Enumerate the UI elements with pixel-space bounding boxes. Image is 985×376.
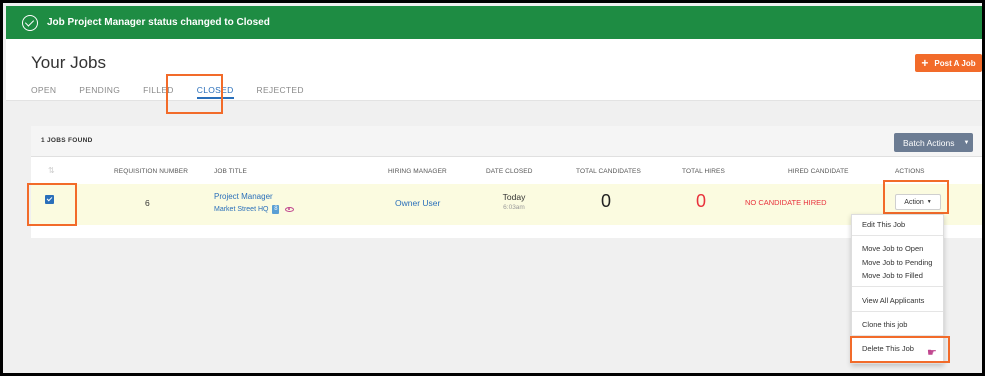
requisition-number: 6 xyxy=(145,198,150,208)
menu-item-move-filled[interactable]: Move Job to Filled xyxy=(862,271,923,280)
job-location: Market Street HQ 8 xyxy=(214,205,295,214)
jobs-found-count: 1 JOBS FOUND xyxy=(41,137,93,144)
date-closed-day: Today xyxy=(502,192,526,202)
menu-divider xyxy=(852,286,943,287)
total-hires: 0 xyxy=(696,191,707,211)
menu-item-move-open[interactable]: Move Job to Open xyxy=(862,244,923,253)
highlight-row-checkbox xyxy=(27,183,77,226)
col-hiring-manager[interactable]: HIRING MANAGER xyxy=(388,168,447,175)
highlight-closed-tab xyxy=(166,74,223,114)
date-closed-time: 6:03am xyxy=(503,204,525,211)
check-circle-icon xyxy=(22,14,38,31)
post-job-label: Post A Job xyxy=(934,58,976,68)
job-title-link[interactable]: Project Manager xyxy=(214,192,273,201)
date-closed: Today 6:03am xyxy=(497,192,531,211)
hiring-manager-link[interactable]: Owner User xyxy=(395,198,440,208)
total-candidates[interactable]: 0 xyxy=(601,191,611,212)
col-requisition-number[interactable]: REQUISITION NUMBER xyxy=(114,168,188,175)
menu-item-view-applicants[interactable]: View All Applicants xyxy=(862,296,924,305)
post-job-button[interactable]: + Post A Job xyxy=(915,54,982,72)
menu-item-clone[interactable]: Clone this job xyxy=(862,320,907,329)
tab-rejected[interactable]: REJECTED xyxy=(257,85,304,95)
table-header: ⇅ REQUISITION NUMBER JOB TITLE HIRING MA… xyxy=(31,158,982,184)
col-total-hires[interactable]: TOTAL HIRES xyxy=(682,168,725,175)
batch-actions-label: Batch Actions xyxy=(903,137,955,148)
hand-pointer-icon: ☛ xyxy=(927,347,937,359)
page-header: Your Jobs + Post A Job OPEN PENDING FILL… xyxy=(6,39,982,101)
col-hired-candidate: HIRED CANDIDATE xyxy=(788,168,849,175)
menu-divider xyxy=(852,311,943,312)
eye-icon[interactable] xyxy=(285,207,295,212)
app-frame: Job Project Manager status changed to Cl… xyxy=(0,0,985,376)
page-title: Your Jobs xyxy=(31,53,106,72)
col-job-title[interactable]: JOB TITLE xyxy=(214,168,247,175)
col-total-candidates[interactable]: TOTAL CANDIDATES xyxy=(576,168,641,175)
results-toolbar: 1 JOBS FOUND Batch Actions ▼ xyxy=(31,126,982,157)
chevron-down-icon: ▼ xyxy=(963,139,970,146)
menu-item-move-pending[interactable]: Move Job to Pending xyxy=(862,258,932,267)
banner-message: Job Project Manager status changed to Cl… xyxy=(47,17,270,28)
tab-open[interactable]: OPEN xyxy=(31,85,56,95)
location-link[interactable]: Market Street HQ xyxy=(214,206,268,213)
col-actions: ACTIONS xyxy=(895,168,925,175)
batch-actions-button[interactable]: Batch Actions ▼ xyxy=(894,133,973,152)
highlight-action-button xyxy=(883,180,949,214)
tab-pending[interactable]: PENDING xyxy=(79,85,120,95)
location-badge: 8 xyxy=(272,205,280,214)
menu-divider xyxy=(852,235,943,236)
status-banner: Job Project Manager status changed to Cl… xyxy=(6,6,982,39)
plus-icon: + xyxy=(921,56,929,70)
sort-icon[interactable]: ⇅ xyxy=(48,167,55,175)
col-date-closed[interactable]: DATE CLOSED xyxy=(486,168,533,175)
menu-item-edit[interactable]: Edit This Job xyxy=(862,220,905,229)
table-row: 6 Project Manager Market Street HQ 8 Own… xyxy=(31,184,982,225)
jobs-panel: 1 JOBS FOUND Batch Actions ▼ ⇅ REQUISITI… xyxy=(31,126,982,238)
hired-candidate-status: NO CANDIDATE HIRED xyxy=(745,198,827,207)
